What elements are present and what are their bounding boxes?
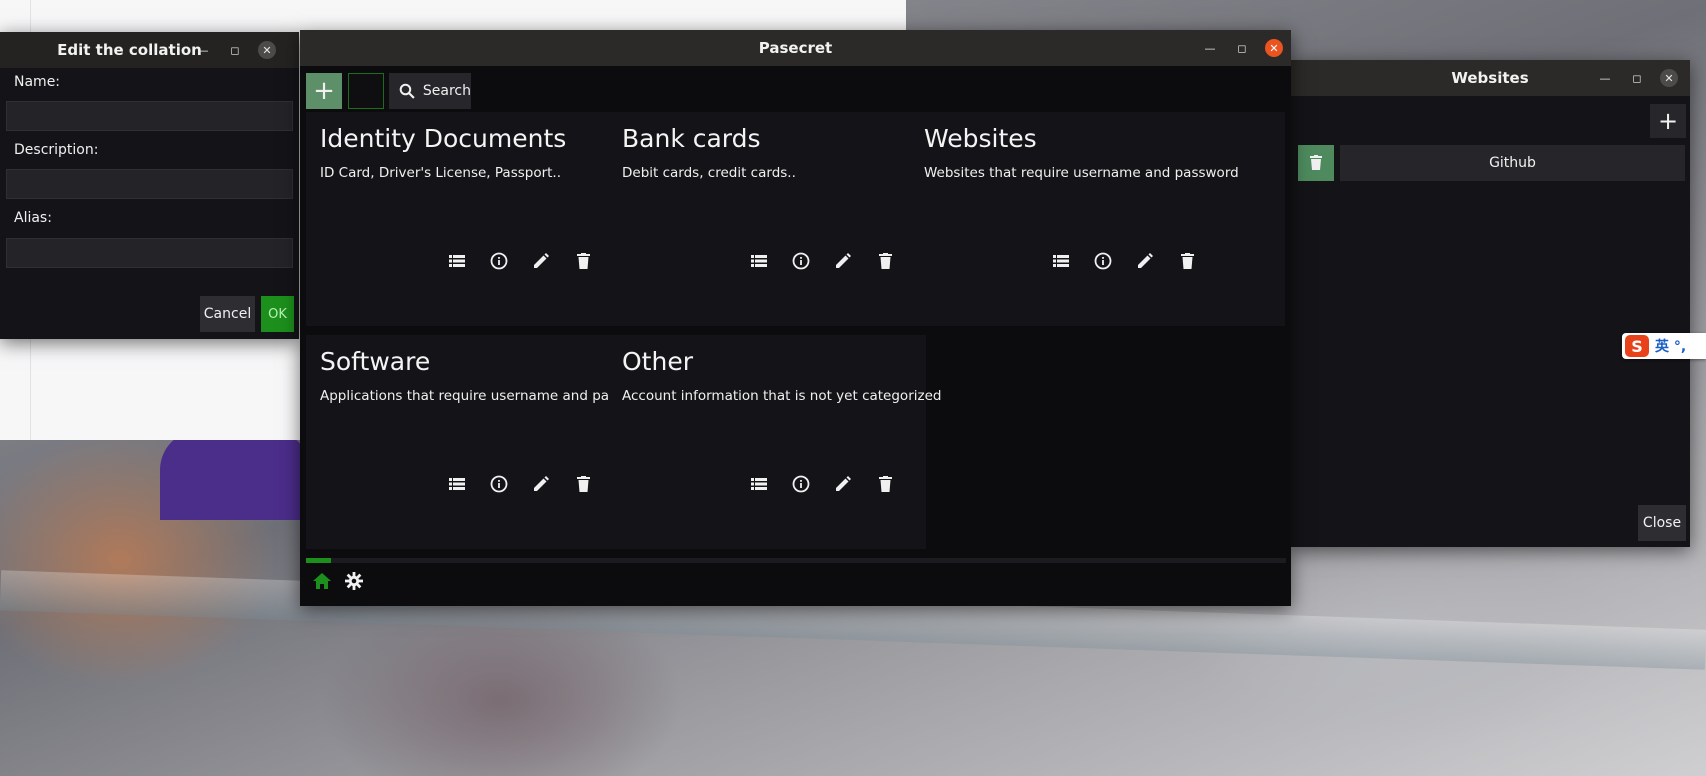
alias-label: Alias: [14,210,52,226]
edit-collation-dialog: Edit the collation — ◻ ✕ Name: Descripti… [0,32,299,339]
close-icon[interactable]: ✕ [1660,69,1678,87]
add-website-button[interactable]: + [1650,104,1686,138]
main-toolbar: + Search [300,66,1291,110]
edit-icon[interactable] [520,244,562,278]
card-title: Websites [924,124,1037,153]
card-actions [738,244,906,278]
ime-indicator[interactable]: S 英 °, [1622,333,1706,359]
pasecret-titlebar[interactable]: Pasecret — ◻ ✕ [300,30,1291,66]
edit-icon[interactable] [822,244,864,278]
card-description: ID Card, Driver's License, Passport.. [320,165,562,181]
card-description: Websites that require username and passw… [924,165,1239,181]
info-icon[interactable] [780,244,822,278]
unlabeled-toolbar-button[interactable] [348,73,384,109]
list-icon[interactable] [436,467,478,501]
edit-dialog-title: Edit the collation [57,41,202,59]
delete-icon[interactable] [864,467,906,501]
card-description: Applications that require username and p… [320,388,657,404]
close-icon[interactable]: ✕ [1265,39,1283,57]
category-card-other[interactable]: Other Account information that is not ye… [608,335,941,549]
category-card-software[interactable]: Software Applications that require usern… [306,335,656,549]
wallpaper-purple-sleeve [160,430,310,520]
ok-button[interactable]: OK [261,296,294,332]
search-icon [399,83,415,99]
card-title: Other [622,347,693,376]
list-icon[interactable] [1040,244,1082,278]
page-indicator-track [306,558,1286,563]
card-description: Account information that is not yet cate… [622,388,942,404]
maximize-icon[interactable]: ◻ [226,41,244,59]
websites-window: Websites — ◻ ✕ + Github Close [1290,60,1690,547]
card-actions [738,467,906,501]
minimize-icon[interactable]: — [1596,69,1614,87]
pasecret-window-title: Pasecret [758,39,833,57]
delete-icon[interactable] [562,467,604,501]
delete-icon[interactable] [562,244,604,278]
category-card-bank-cards[interactable]: Bank cards Debit cards, credit cards.. [608,112,926,326]
home-icon[interactable] [310,568,334,594]
close-icon[interactable]: ✕ [258,41,276,59]
description-label: Description: [14,142,99,158]
add-collation-button[interactable]: + [306,73,342,109]
card-title: Bank cards [622,124,761,153]
list-icon[interactable] [738,244,780,278]
info-icon[interactable] [478,244,520,278]
info-icon[interactable] [1082,244,1124,278]
card-description: Debit cards, credit cards.. [622,165,796,181]
websites-titlebar[interactable]: Websites — ◻ ✕ [1290,60,1690,96]
category-card-websites[interactable]: Websites Websites that require username … [910,112,1285,326]
card-title: Software [320,347,431,376]
maximize-icon[interactable]: ◻ [1628,69,1646,87]
info-icon[interactable] [478,467,520,501]
minimize-icon[interactable]: — [194,41,212,59]
info-icon[interactable] [780,467,822,501]
card-actions [436,244,604,278]
list-icon[interactable] [738,467,780,501]
gear-icon[interactable] [342,568,366,594]
edit-icon[interactable] [520,467,562,501]
name-field[interactable] [6,101,293,131]
search-label: Search [422,83,471,99]
name-label: Name: [14,74,61,90]
edit-icon[interactable] [1124,244,1166,278]
pasecret-window: Pasecret — ◻ ✕ + Search Identity Documen… [300,30,1291,606]
close-button[interactable]: Close [1638,505,1686,541]
minimize-icon[interactable]: — [1201,39,1219,57]
card-title: Identity Documents [320,124,567,153]
sogou-logo: S [1625,335,1649,357]
delete-icon[interactable] [864,244,906,278]
edit-icon[interactable] [822,467,864,501]
list-icon[interactable] [436,244,478,278]
website-list-item[interactable]: Github [1340,145,1685,181]
alias-field[interactable] [6,238,293,268]
maximize-icon[interactable]: ◻ [1233,39,1251,57]
card-actions [1040,244,1208,278]
ime-mode-text: 英 °, [1655,339,1687,355]
edit-dialog-titlebar[interactable]: Edit the collation — ◻ ✕ [0,32,299,68]
page-indicator-fill [306,558,331,563]
cancel-button[interactable]: Cancel [200,296,255,332]
category-card-identity-documents[interactable]: Identity Documents ID Card, Driver's Lic… [306,112,624,326]
delete-icon[interactable] [1166,244,1208,278]
card-actions [436,467,604,501]
trash-icon [1310,155,1322,170]
description-field[interactable] [6,169,293,199]
search-button[interactable]: Search [389,73,471,109]
delete-website-button[interactable] [1298,145,1334,181]
bottom-navigation [300,558,1291,606]
